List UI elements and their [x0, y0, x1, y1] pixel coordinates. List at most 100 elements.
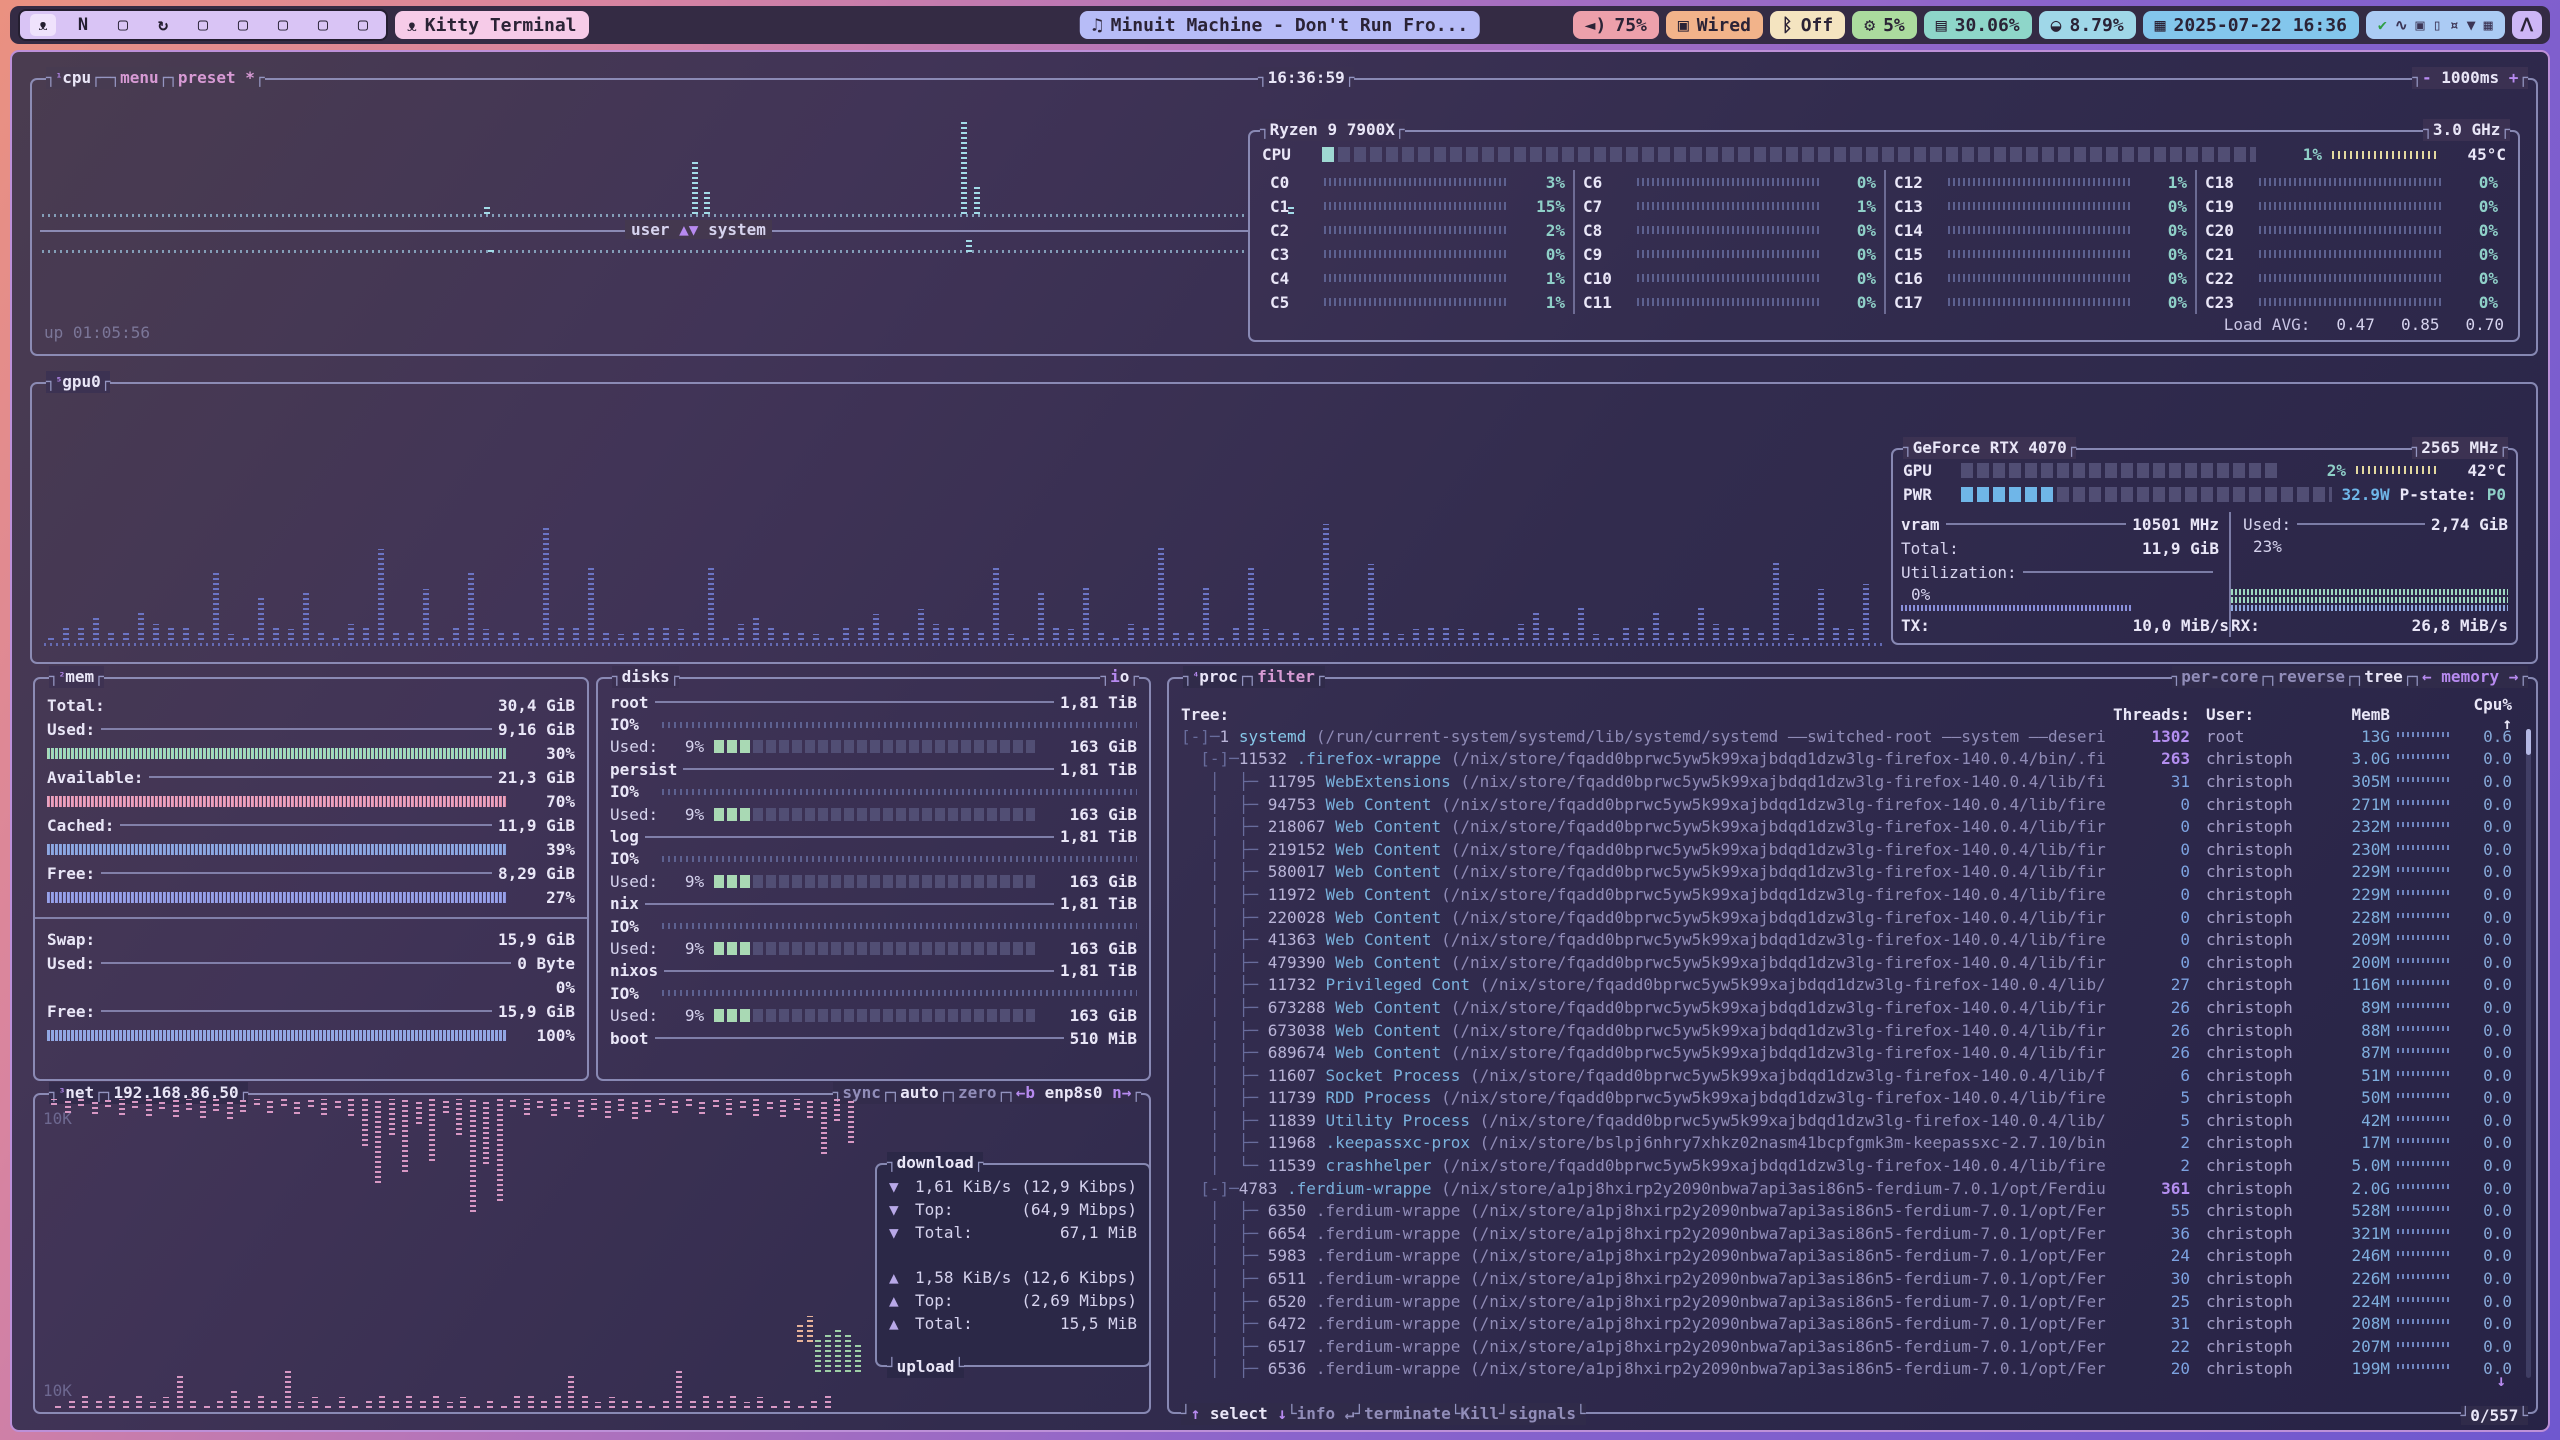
- tray-icon-7[interactable]: ▦: [2484, 16, 2493, 34]
- workspace-4[interactable]: ↻: [150, 14, 176, 36]
- upload-stat: ▲Total:15,5 MiB: [889, 1312, 1137, 1335]
- process-row[interactable]: │ ├─ 11839 Utility Process (/nix/store/f…: [1181, 1109, 2512, 1132]
- tray-icon-4[interactable]: ▯: [2433, 16, 2442, 34]
- process-row[interactable]: [-]─11532 .firefox-wrappe (/nix/store/fq…: [1181, 748, 2512, 771]
- system-tray[interactable]: ✔ ∿ ▣ ▯ ¤ ▼ ▦: [2366, 11, 2505, 39]
- process-row[interactable]: │ ├─ 479390 Web Content (/nix/store/fqad…: [1181, 951, 2512, 974]
- workspace-3[interactable]: ▢: [110, 14, 136, 36]
- process-row[interactable]: │ ├─ 220028 Web Content (/nix/store/fqad…: [1181, 906, 2512, 929]
- media-player-widget[interactable]: ♫ Minuit Machine - Don't Run Fro...: [1080, 11, 1480, 39]
- process-row[interactable]: │ ├─ 6536 .ferdium-wrappe (/nix/store/a1…: [1181, 1358, 2512, 1381]
- process-row[interactable]: │ ├─ 41363 Web Content (/nix/store/fqadd…: [1181, 928, 2512, 951]
- network-widget[interactable]: ▣Wired: [1666, 11, 1763, 39]
- process-row[interactable]: │ ├─ 11795 WebExtensions (/nix/store/fqa…: [1181, 770, 2512, 793]
- bluetooth-widget[interactable]: ᛒOff: [1770, 11, 1845, 39]
- sort-column-button[interactable]: ← memory →: [2422, 666, 2518, 688]
- process-row[interactable]: │ ├─ 11739 RDD Process (/nix/store/fqadd…: [1181, 1087, 2512, 1110]
- process-row[interactable]: [-]─1 systemd (/run/current-system/syste…: [1181, 725, 2512, 748]
- process-row[interactable]: │ ├─ 580017 Web Content (/nix/store/fqad…: [1181, 861, 2512, 884]
- process-row[interactable]: │ └─ 11539 crashhelper (/nix/store/fqadd…: [1181, 1154, 2512, 1177]
- network-icon: ▣: [1678, 15, 1689, 36]
- process-row[interactable]: │ ├─ 6654 .ferdium-wrappe (/nix/store/a1…: [1181, 1222, 2512, 1245]
- filter-button[interactable]: filter: [1257, 666, 1315, 688]
- gpu-frequency-label: 2565 MHz: [2421, 437, 2498, 459]
- cpu-widget[interactable]: ⚙5%: [1852, 11, 1917, 39]
- process-row[interactable]: │ ├─ 689674 Web Content (/nix/store/fqad…: [1181, 1041, 2512, 1064]
- volume-widget[interactable]: ◄)75%: [1573, 11, 1659, 39]
- io-mode-button[interactable]: i: [1110, 666, 1120, 688]
- per-core-button[interactable]: per-core: [2181, 666, 2258, 688]
- desktop: ᴥN ▢ ↻ ▢ ▢ ▢ ▢ ▢ ᴥ Kitty Terminal ♫ Minuit Mach…: [0, 0, 2560, 1440]
- workspace-6[interactable]: ▢: [230, 14, 256, 36]
- cpu-temp-graph: [2332, 151, 2436, 159]
- upload-stat: ▲1,58 KiB/s(12,6 Kibps): [889, 1266, 1137, 1289]
- workspace-2[interactable]: N: [70, 14, 96, 36]
- process-row[interactable]: │ ├─ 6350 .ferdium-wrappe (/nix/store/a1…: [1181, 1199, 2512, 1222]
- clock-widget[interactable]: ▦2025-07-22 16:36: [2143, 11, 2359, 39]
- process-row[interactable]: │ ├─ 6520 .ferdium-wrappe (/nix/store/a1…: [1181, 1290, 2512, 1313]
- workspace-5[interactable]: ▢: [190, 14, 216, 36]
- core-grid: C03%C115%C22%C30%C41%C51%C60%C71%C80%C90…: [1262, 170, 2506, 314]
- tray-icon-1[interactable]: ✔: [2378, 16, 2387, 34]
- process-row[interactable]: │ ├─ 11968 .keepassxc-prox (/nix/store/b…: [1181, 1132, 2512, 1155]
- workspace-1[interactable]: ᴥ: [30, 14, 56, 36]
- column-header-tree[interactable]: Tree:: [1181, 705, 2106, 724]
- select-button[interactable]: select: [1210, 1403, 1268, 1425]
- memory-widget[interactable]: ▤30.06%: [1924, 11, 2032, 39]
- interval-increase-button[interactable]: +: [2509, 67, 2519, 89]
- signals-button[interactable]: signals: [1509, 1403, 1576, 1425]
- column-header-threads[interactable]: Threads:: [2106, 705, 2190, 724]
- tray-icon-2[interactable]: ∿: [2395, 16, 2408, 34]
- gpu-rx-rate: 26,8 MiB/s: [2412, 616, 2508, 635]
- core-C3: C30%: [1262, 242, 1573, 266]
- process-row[interactable]: │ ├─ 673038 Web Content (/nix/store/fqad…: [1181, 1019, 2512, 1042]
- select-up-key[interactable]: ↑: [1191, 1403, 1201, 1425]
- terminate-button[interactable]: terminate: [1364, 1403, 1451, 1425]
- net-stats-panel: ┐download┌ ┘upload└ ▼1,61 KiB/s(12,9 Kib…: [875, 1163, 1151, 1367]
- gpu-panel-title: gpu0: [62, 371, 101, 393]
- process-row[interactable]: │ ├─ 11607 Socket Process (/nix/store/fq…: [1181, 1064, 2512, 1087]
- kill-button[interactable]: Kill: [1460, 1403, 1499, 1425]
- tree-button[interactable]: tree: [2364, 666, 2403, 688]
- process-row[interactable]: │ ├─ 673288 Web Content (/nix/store/fqad…: [1181, 996, 2512, 1019]
- process-row[interactable]: │ ├─ 218067 Web Content (/nix/store/fqad…: [1181, 815, 2512, 838]
- gpu-model-label: GeForce RTX 4070: [1913, 437, 2067, 459]
- info-button[interactable]: info ↵: [1297, 1403, 1355, 1425]
- tray-icon-6[interactable]: ▼: [2467, 16, 2476, 34]
- core-C4: C41%: [1262, 266, 1573, 290]
- core-C2: C22%: [1262, 218, 1573, 242]
- select-down-key[interactable]: ↓: [1277, 1403, 1287, 1425]
- workspace-9[interactable]: ▢: [350, 14, 376, 36]
- process-row[interactable]: │ ├─ 11732 Privileged Cont (/nix/store/f…: [1181, 974, 2512, 997]
- gpu-history-graph: [38, 392, 1888, 654]
- kitty-terminal-window[interactable]: ┐¹cpu┌─┐menu┌┐preset *┌ ┐16:36:59┌ ┐- 10…: [10, 50, 2550, 1432]
- reverse-button[interactable]: reverse: [2278, 666, 2345, 688]
- gpu-tx-rate: 10,0 MiB/s: [2133, 616, 2229, 635]
- process-scrollbar[interactable]: [2526, 729, 2531, 1378]
- column-header-memory[interactable]: MemB: [2326, 705, 2390, 724]
- workspace-switcher[interactable]: ᴥN ▢ ↻ ▢ ▢ ▢ ▢ ▢: [18, 9, 388, 41]
- workspace-7[interactable]: ▢: [270, 14, 296, 36]
- notification-bell-button[interactable]: ᐱ: [2512, 11, 2542, 39]
- disk-io-row: IO%: [610, 781, 1137, 803]
- disk-widget[interactable]: ◒8.79%: [2039, 11, 2136, 39]
- cpu-graph-legend[interactable]: user ▲▼ system: [625, 220, 772, 239]
- interval-decrease-button[interactable]: -: [2422, 67, 2432, 89]
- tray-icon-5[interactable]: ¤: [2450, 16, 2459, 34]
- process-row[interactable]: │ ├─ 11972 Web Content (/nix/store/fqadd…: [1181, 883, 2512, 906]
- process-row[interactable]: [-]─4783 .ferdium-wrappe (/nix/store/a1p…: [1181, 1177, 2512, 1200]
- active-window-button[interactable]: ᴥ Kitty Terminal: [395, 11, 589, 39]
- process-row[interactable]: │ ├─ 94753 Web Content (/nix/store/fqadd…: [1181, 793, 2512, 816]
- process-row[interactable]: │ ├─ 6472 .ferdium-wrappe (/nix/store/a1…: [1181, 1312, 2512, 1335]
- disk-persist: persist1,81 TiB: [610, 758, 1137, 780]
- tray-icon-3[interactable]: ▣: [2416, 16, 2425, 34]
- process-row[interactable]: │ ├─ 5983 .ferdium-wrappe (/nix/store/a1…: [1181, 1245, 2512, 1268]
- process-row[interactable]: │ ├─ 6511 .ferdium-wrappe (/nix/store/a1…: [1181, 1267, 2512, 1290]
- disk-used-row: Used:9%163 GiB: [610, 803, 1137, 825]
- workspace-8[interactable]: ▢: [310, 14, 336, 36]
- process-row[interactable]: │ ├─ 6517 .ferdium-wrappe (/nix/store/a1…: [1181, 1335, 2512, 1358]
- process-row[interactable]: │ ├─ 219152 Web Content (/nix/store/fqad…: [1181, 838, 2512, 861]
- column-header-user[interactable]: User:: [2190, 705, 2326, 724]
- bell-icon: ᐱ: [2521, 15, 2533, 36]
- mem-meter: 0%: [47, 975, 575, 999]
